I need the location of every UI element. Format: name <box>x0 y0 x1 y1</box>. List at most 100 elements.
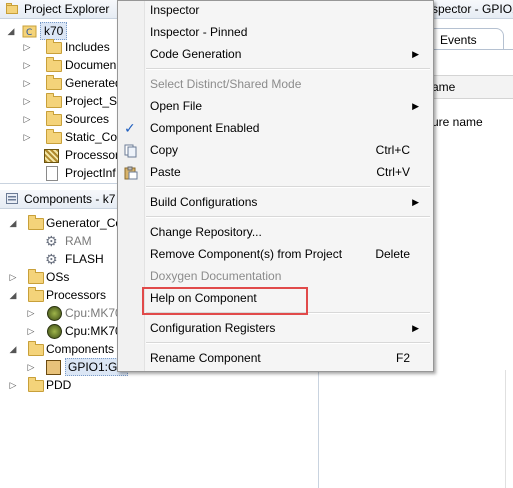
expand-arrow-icon[interactable]: ▷ <box>22 56 32 74</box>
folder-icon <box>46 75 62 90</box>
menu-item-component-enabled[interactable]: ✓ Component Enabled <box>118 117 431 139</box>
cpu-icon <box>47 306 62 321</box>
menu-separator <box>146 186 430 188</box>
inspector-tab[interactable]: spector - GPIO1 <box>432 0 513 19</box>
component-tree-label: OSs <box>46 270 70 284</box>
component-tree-label: PDD <box>46 378 72 392</box>
components-tab[interactable]: Components - k7 <box>0 190 117 209</box>
menu-item-build-configurations[interactable]: Build Configurations ▶ <box>118 191 431 213</box>
component-tree-item[interactable]: ⚙ FLASH <box>0 250 117 268</box>
menu-item-remove-component[interactable]: Remove Component(s) from Project Delete <box>118 243 431 265</box>
inspector-left-border <box>318 370 319 488</box>
folder-icon <box>28 215 44 230</box>
column-name-header: ame <box>432 80 456 94</box>
component-tree-item[interactable]: ◢ Components <box>0 340 117 358</box>
project-item-label: ProjectInf <box>65 166 116 180</box>
project-item-label: Processor <box>65 148 120 162</box>
component-tree-item[interactable]: ⚙ RAM <box>0 232 117 250</box>
project-item[interactable]: Processor <box>0 146 120 164</box>
expand-arrow-icon[interactable]: ▷ <box>22 74 32 92</box>
menu-item-label: Copy <box>150 143 179 157</box>
components-view-icon <box>6 193 18 204</box>
collapse-arrow-icon[interactable]: ◢ <box>8 286 18 304</box>
menu-item-label: Inspector <box>150 3 200 17</box>
tab-events[interactable]: Events <box>432 28 504 50</box>
inspector-row[interactable]: ure name <box>432 112 513 132</box>
project-item[interactable]: ▷ Includes <box>0 38 117 56</box>
menu-item-shortcut: F2 <box>395 351 410 365</box>
menu-item-inspector[interactable]: Inspector <box>118 0 431 21</box>
folder-icon <box>46 111 62 126</box>
component-tree-item[interactable]: ▷ OSs <box>0 268 117 286</box>
component-tree-label: Cpu:MK70 <box>65 324 122 338</box>
expand-arrow-icon[interactable]: ▷ <box>22 128 32 146</box>
project-explorer-icon <box>6 3 18 14</box>
menu-item-code-generation[interactable]: Code Generation ▶ <box>118 43 431 65</box>
expand-arrow-icon[interactable]: ▷ <box>26 358 36 376</box>
expand-arrow-icon[interactable]: ▷ <box>8 268 18 286</box>
collapse-arrow-icon[interactable]: ◢ <box>8 214 18 232</box>
menu-item-label: Inspector - Pinned <box>150 25 248 39</box>
project-item[interactable]: ▷ Generated <box>0 74 122 92</box>
submenu-arrow-icon: ▶ <box>412 49 419 59</box>
menu-item-label: Change Repository... <box>150 225 262 239</box>
component-tree-item[interactable]: ◢ Generator_Co <box>0 214 122 232</box>
checkmark-icon: ✓ <box>124 120 136 136</box>
folder-icon <box>46 57 62 72</box>
project-item-label: Static_Co <box>65 130 118 144</box>
menu-item-open-file[interactable]: Open File ▶ <box>118 95 431 117</box>
submenu-arrow-icon: ▶ <box>412 323 419 333</box>
expand-arrow-icon[interactable]: ▷ <box>22 110 32 128</box>
menu-item-doxygen[interactable]: Doxygen Documentation <box>118 265 431 287</box>
folder-icon <box>28 341 44 356</box>
expand-arrow-icon[interactable]: ▷ <box>26 322 36 340</box>
inspector-right-border <box>505 370 506 488</box>
component-tree-item[interactable]: ▷ Cpu:MK70 <box>0 322 122 340</box>
project-item[interactable]: ▷ Static_Co <box>0 128 117 146</box>
highlight-box <box>142 287 308 315</box>
menu-item-change-repository[interactable]: Change Repository... <box>118 221 431 243</box>
menu-item-label: Select Distinct/Shared Mode <box>150 77 302 91</box>
menu-item-label: Configuration Registers <box>150 321 276 335</box>
cpu-icon <box>47 324 62 339</box>
copy-icon <box>124 143 138 158</box>
menu-item-select-mode[interactable]: Select Distinct/Shared Mode <box>118 73 431 95</box>
collapse-arrow-icon[interactable]: ◢ <box>8 340 18 358</box>
component-tree-item[interactable]: ◢ Processors <box>0 286 117 304</box>
project-explorer-tab[interactable]: Project Explorer <box>0 0 117 19</box>
tab-underline <box>432 49 513 50</box>
project-item[interactable]: ▷ Sources <box>0 110 117 128</box>
menu-item-label: Build Configurations <box>150 195 258 209</box>
component-tree-label: Cpu:MK70 <box>65 306 122 320</box>
component-tree-item[interactable]: ▷ PDD <box>0 376 117 394</box>
menu-item-paste[interactable]: Paste Ctrl+V <box>118 161 431 183</box>
processor-expert-icon <box>44 149 59 163</box>
expand-arrow-icon[interactable]: ▷ <box>8 376 18 394</box>
menu-item-inspector-pinned[interactable]: Inspector - Pinned <box>118 21 431 43</box>
menu-item-copy[interactable]: Copy Ctrl+C <box>118 139 431 161</box>
component-tree-item[interactable]: ▷ GPIO1:GP <box>0 358 129 376</box>
expand-arrow-icon[interactable]: ▷ <box>22 38 32 56</box>
component-tree-label: Processors <box>46 288 107 302</box>
component-tree-item[interactable]: ▷ Cpu:MK70 <box>0 304 122 322</box>
menu-item-label: Open File <box>150 99 203 113</box>
menu-item-shortcut: Ctrl+C <box>375 143 410 157</box>
menu-item-label: Code Generation <box>150 47 242 61</box>
expand-arrow-icon[interactable]: ▷ <box>22 92 32 110</box>
submenu-arrow-icon: ▶ <box>412 101 419 111</box>
expand-arrow-icon[interactable]: ▷ <box>26 304 36 322</box>
gear-icon: ⚙ <box>45 251 58 267</box>
menu-item-rename-component[interactable]: Rename Component F2 <box>118 347 431 369</box>
project-item[interactable]: ▷ Documen <box>0 56 117 74</box>
project-item[interactable]: ProjectInf <box>0 164 117 182</box>
components-title: Components - k7 <box>24 192 116 206</box>
menu-item-label: Component Enabled <box>150 121 260 135</box>
menu-separator <box>146 216 430 218</box>
menu-item-configuration-registers[interactable]: Configuration Registers ▶ <box>118 317 431 339</box>
svg-text:C: C <box>26 28 32 38</box>
component-tree-label: Generator_Co <box>46 216 123 230</box>
inspector-column-header[interactable]: ame <box>432 75 513 99</box>
menu-separator <box>146 342 430 344</box>
project-item[interactable]: ▷ Project_Se <box>0 92 124 110</box>
project-item-label: Documen <box>65 58 117 72</box>
